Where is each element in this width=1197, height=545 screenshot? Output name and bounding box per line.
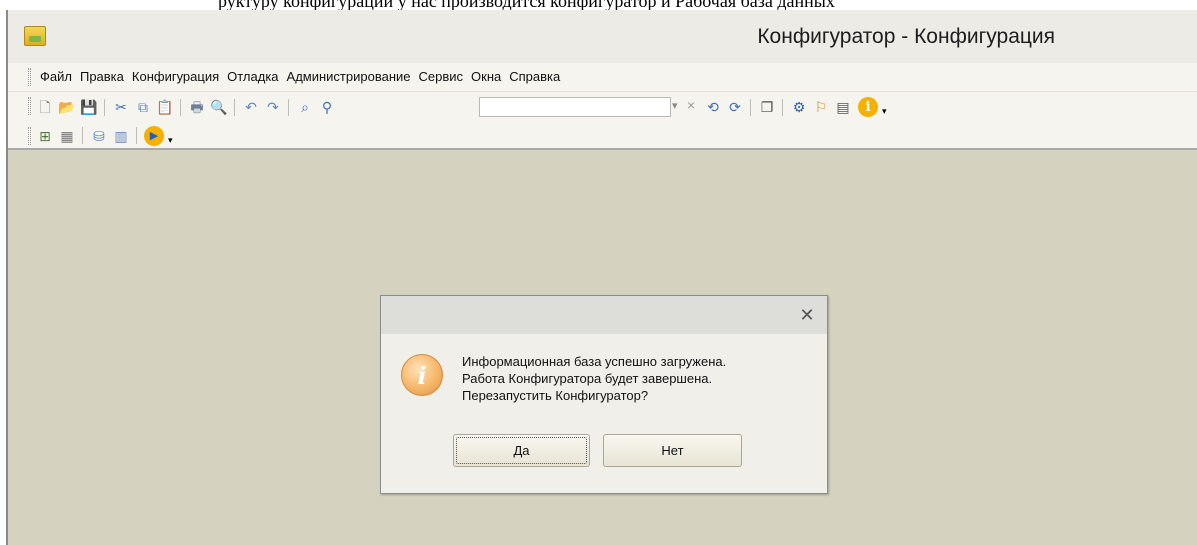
search-icon[interactable]: ⚲ (318, 98, 336, 116)
menu-help[interactable]: Справка (505, 69, 564, 84)
menu-items: Файл Правка Конфигурация Отладка Админис… (36, 69, 564, 84)
no-button[interactable]: Нет (603, 434, 742, 467)
table-icon[interactable]: ▥ (112, 127, 130, 145)
close-icon[interactable]: ✕ (797, 306, 817, 324)
windows-icon[interactable]: ❐ (758, 98, 776, 116)
find-in-tree-icon[interactable]: ⌕ (296, 98, 314, 116)
info-icon[interactable]: i (858, 97, 878, 117)
message-line: Работа Конфигуратора будет завершена. (462, 371, 713, 386)
toolbar-separator (234, 99, 235, 116)
cropped-text-line: руктуру конфигурации у нас производится … (0, 0, 1197, 10)
restart-dialog: ✕ i Информационная база успешно загружен… (380, 295, 828, 494)
template-icon[interactable]: ▤ (834, 98, 852, 116)
menu-configuration[interactable]: Конфигурация (128, 69, 223, 84)
menu-file[interactable]: Файл (36, 69, 76, 84)
undo-icon[interactable]: ↶ (242, 98, 260, 116)
print-preview-icon[interactable]: 🔍 (210, 98, 228, 116)
dialog-message: Информационная база успешно загружена. Р… (462, 353, 726, 404)
menu-bar: Файл Правка Конфигурация Отладка Админис… (8, 63, 1197, 92)
tree-icon[interactable]: ⊞ (36, 127, 54, 145)
toolbar-separator (782, 99, 783, 116)
chevron-down-icon[interactable]: ▾ (168, 135, 173, 146)
run-debug-icon[interactable]: ▶ (144, 126, 164, 146)
save-icon[interactable]: 💾 (80, 98, 98, 116)
new-document-icon[interactable]: 🗋 (36, 98, 54, 116)
search-combo[interactable] (479, 97, 671, 117)
cut-icon[interactable]: ✂ (112, 98, 130, 116)
paste-icon[interactable]: 📋 (156, 98, 174, 116)
configuration-toolbar: ⊞ ▦ ⛁ ▥ ▶ ▾ (8, 122, 1197, 150)
info-icon-glyph: i (417, 360, 427, 390)
toolbar-grip[interactable] (28, 97, 31, 115)
yes-button[interactable]: Да (453, 434, 590, 467)
open-icon[interactable]: 📂 (58, 98, 76, 116)
menu-debug[interactable]: Отладка (223, 69, 282, 84)
info-icon: i (401, 354, 443, 396)
menu-grip[interactable] (28, 68, 31, 86)
toolbar-separator (82, 127, 83, 144)
toolbar-grip[interactable] (28, 127, 31, 145)
redo-icon[interactable]: ↷ (264, 98, 282, 116)
toolbar-separator (180, 99, 181, 116)
title-bar[interactable]: Конфигуратор - Конфигурация (8, 10, 1197, 63)
menu-administration[interactable]: Администрирование (283, 69, 415, 84)
dropdown-icon[interactable]: ▾ (672, 99, 678, 112)
database-icon[interactable]: ⛁ (90, 127, 108, 145)
toolbar-separator (104, 99, 105, 116)
message-line: Перезапустить Конфигуратор? (462, 388, 649, 403)
wizard-icon[interactable]: ⚙ (790, 98, 808, 116)
toolbar-separator (136, 127, 137, 144)
copy-icon[interactable]: ⧉ (134, 98, 152, 116)
window-title: Конфигуратор - Конфигурация (757, 25, 1055, 48)
syntax-helper-icon[interactable]: ⚐ (812, 98, 830, 116)
search-next-icon[interactable]: ⟳ (726, 98, 744, 116)
menu-service[interactable]: Сервис (415, 69, 468, 84)
properties-icon[interactable]: ▦ (58, 127, 76, 145)
clear-icon[interactable]: × (687, 97, 695, 113)
search-prev-icon[interactable]: ⟲ (704, 98, 722, 116)
print-icon[interactable]: 🖶 (188, 98, 206, 116)
toolbar-separator (288, 99, 289, 116)
cropped-text: руктуру конфигурации у нас производится … (218, 0, 835, 10)
app-icon[interactable] (24, 26, 46, 46)
menu-windows[interactable]: Окна (467, 69, 505, 84)
chevron-down-icon[interactable]: ▾ (882, 106, 887, 117)
message-line: Информационная база успешно загружена. (462, 354, 727, 369)
menu-edit[interactable]: Правка (76, 69, 128, 84)
dialog-title-bar[interactable]: ✕ (381, 296, 827, 334)
standard-toolbar: 🗋 📂 💾 ✂ ⧉ 📋 🖶 🔍 ↶ ↷ ⌕ ⚲ ▾ × ⟲ ⟳ ❐ ⚙ ⚐ ▤ … (8, 92, 1197, 122)
toolbar-separator (750, 99, 751, 116)
